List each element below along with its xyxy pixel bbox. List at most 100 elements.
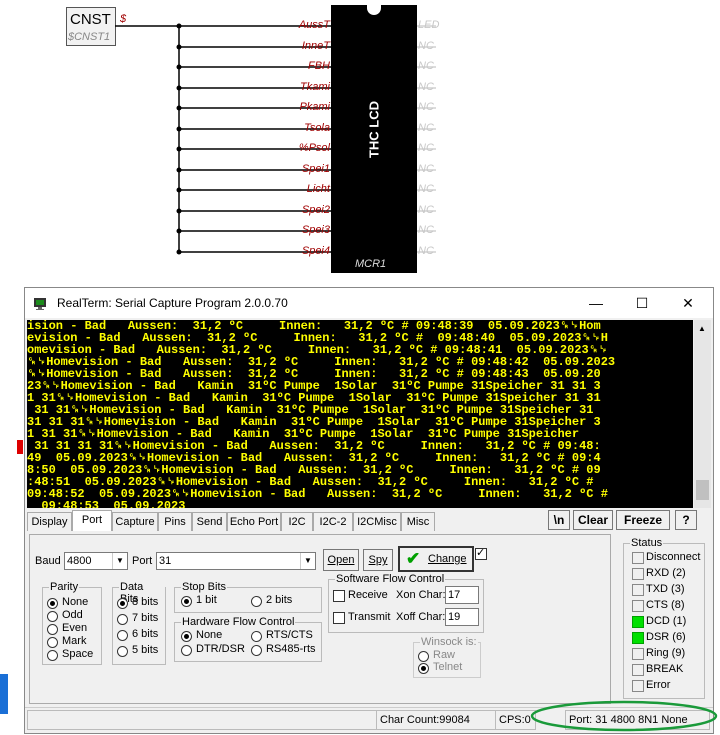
stop-bits-radio[interactable] — [251, 596, 262, 607]
terminal-output[interactable]: ision - Bad Aussen: 31,2 ºC Innen: 31,2 … — [27, 320, 693, 508]
tab-i2c-2[interactable]: I2C-2 — [313, 512, 353, 531]
hw-flow-radio[interactable] — [251, 631, 262, 642]
junction-dot — [176, 249, 182, 255]
winsock-option-label: Telnet — [433, 661, 463, 673]
parity-option-label: None — [62, 596, 89, 608]
input-pin-label: Tsola — [304, 122, 330, 134]
input-pin-label: %Psol — [298, 142, 330, 154]
parity-radio[interactable] — [47, 611, 58, 622]
status-led — [632, 664, 644, 676]
hw-flow-radio[interactable] — [181, 631, 192, 642]
spy-button[interactable]: Spy — [363, 549, 393, 571]
tab-port[interactable]: Port — [72, 510, 112, 531]
status-label: Error — [646, 679, 671, 691]
data-bits-radio[interactable] — [117, 614, 128, 625]
input-pin-label: AussT — [298, 19, 330, 31]
hw-flow-radio[interactable] — [251, 645, 262, 656]
hw-flow-option-label: DTR/DSR — [196, 643, 245, 655]
input-pin-label: Licht — [306, 183, 330, 195]
background-window-fragment — [0, 674, 8, 714]
winsock-radio[interactable] — [418, 651, 429, 662]
parity-group: Parity None Odd Even Mark Space — [42, 581, 102, 665]
newline-button[interactable]: \n — [548, 510, 570, 530]
parity-title: Parity — [49, 581, 80, 593]
help-button[interactable]: ? — [675, 510, 697, 530]
output-pin-label: NC — [418, 122, 434, 134]
parity-option-label: Space — [62, 648, 94, 660]
status-bar-spacer — [27, 710, 377, 730]
tab-send[interactable]: Send — [192, 512, 227, 531]
input-pin-label: Spei1 — [301, 163, 330, 175]
status-label: BREAK — [646, 663, 684, 675]
tab-misc[interactable]: Misc — [401, 512, 435, 531]
tab-capture[interactable]: Capture — [112, 512, 158, 531]
data-bits-option-label: 8 bits — [132, 596, 159, 608]
stop-bits-radio[interactable] — [181, 596, 192, 607]
status-led — [632, 616, 644, 628]
baud-value: 4800 — [67, 555, 92, 567]
port-select[interactable]: 31 ▼ — [156, 552, 316, 570]
freeze-button[interactable]: Freeze — [616, 510, 670, 530]
chevron-down-icon[interactable]: ▼ — [112, 553, 127, 569]
junction-dot — [176, 105, 182, 111]
winsock-option-label: Raw — [433, 649, 456, 661]
tab-echo-port[interactable]: Echo Port — [227, 512, 281, 531]
input-pin-label: InneT — [301, 40, 330, 52]
parity-radio[interactable] — [47, 650, 58, 661]
clear-button[interactable]: Clear — [573, 510, 613, 530]
xon-label: Xon Char: — [396, 589, 446, 601]
scroll-thumb[interactable] — [696, 480, 709, 500]
data-bits-radio[interactable] — [117, 646, 128, 657]
xon-input[interactable]: 17 — [445, 586, 479, 604]
change-button[interactable]: ✔ Change — [398, 546, 474, 572]
data-bits-radio[interactable] — [117, 630, 128, 641]
transmit-label: Transmit — [348, 611, 391, 623]
baud-select[interactable]: 4800 ▼ — [64, 552, 128, 570]
status-label: DCD (1) — [646, 615, 687, 627]
title-bar[interactable]: RealTerm: Serial Capture Program 2.0.0.7… — [25, 288, 713, 318]
parity-radio[interactable] — [47, 624, 58, 635]
terminal-line: 09:48:53 05.09.2023 — [27, 499, 186, 508]
status-label: DSR (6) — [646, 631, 686, 643]
transmit-checkbox[interactable] — [333, 612, 345, 624]
input-pin-label: Pkami — [299, 101, 330, 113]
scroll-up-icon[interactable]: ▲ — [698, 324, 706, 333]
ic-label: THC LCD — [366, 100, 382, 159]
change-checkbox[interactable]: ✓ — [475, 547, 487, 560]
winsock-radio[interactable] — [418, 663, 429, 674]
highlight-ellipse — [530, 700, 718, 732]
chevron-down-icon[interactable]: ▼ — [300, 553, 315, 569]
check-icon: ✓ — [476, 547, 486, 559]
tab-i2c[interactable]: I2C — [281, 512, 313, 531]
junction-dot — [176, 208, 182, 214]
receive-checkbox[interactable] — [333, 590, 345, 602]
winsock-group: Winsock is: Raw Telnet — [413, 636, 481, 678]
status-led — [632, 584, 644, 596]
close-button[interactable]: ✕ — [665, 288, 711, 318]
data-bits-option-label: 5 bits — [132, 644, 159, 656]
port-panel: Baud 4800 ▼ Port 31 ▼ Open Spy ✔ Change … — [29, 534, 611, 704]
tab-pins[interactable]: Pins — [158, 512, 192, 531]
hw-flow-title: Hardware Flow Control — [181, 616, 296, 628]
open-button[interactable]: Open — [323, 549, 359, 571]
status-label: CTS (8) — [646, 599, 685, 611]
maximize-button[interactable]: ☐ — [619, 288, 665, 318]
port-label: Port — [132, 555, 153, 567]
hw-flow-option-label: RS485-rts — [266, 643, 316, 655]
tab-display[interactable]: Display — [27, 512, 72, 531]
hw-flow-radio[interactable] — [181, 645, 192, 656]
data-bits-radio[interactable] — [117, 598, 128, 609]
xoff-input[interactable]: 19 — [445, 608, 479, 626]
input-pin-label: Spei2 — [301, 204, 330, 216]
terminal-scrollbar[interactable]: ▲ — [694, 320, 711, 508]
parity-radio[interactable] — [47, 598, 58, 609]
realterm-app-icon — [34, 298, 46, 310]
output-pin-label: NC — [418, 163, 434, 175]
minimize-button[interactable]: — — [573, 288, 619, 318]
junction-dot — [176, 23, 182, 29]
output-pin-label: NC — [418, 245, 434, 257]
data-bits-option-label: 7 bits — [132, 612, 159, 624]
parity-radio[interactable] — [47, 637, 58, 648]
tab-i2cmisc[interactable]: I2CMisc — [353, 512, 401, 531]
status-label: Disconnect — [646, 551, 701, 563]
